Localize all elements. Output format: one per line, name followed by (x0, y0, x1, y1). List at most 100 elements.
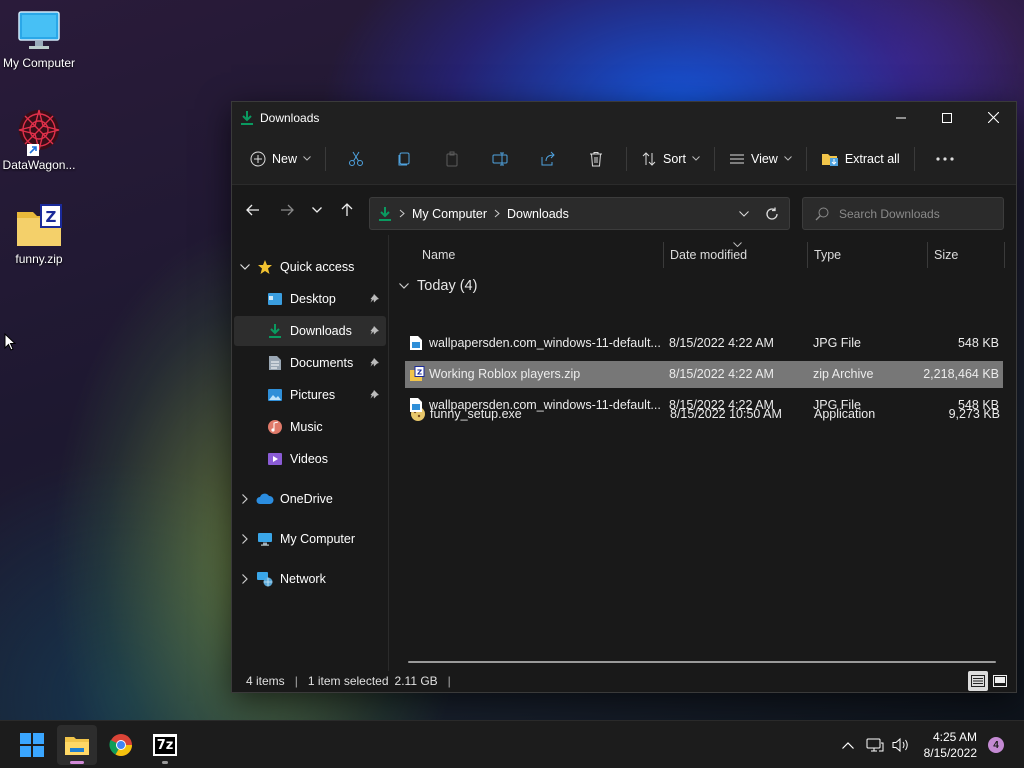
image-file-icon (409, 335, 425, 351)
start-button[interactable] (12, 725, 52, 765)
sort-button[interactable]: Sort (633, 142, 708, 176)
delete-button[interactable] (572, 142, 620, 176)
trash-icon (588, 151, 604, 167)
pin-icon (370, 357, 380, 370)
breadcrumb-my-computer[interactable]: My Computer (412, 207, 487, 221)
clock-time: 4:25 AM (932, 730, 977, 744)
pin-icon (370, 325, 380, 338)
copy-button[interactable] (380, 142, 428, 176)
breadcrumb-downloads[interactable]: Downloads (507, 207, 569, 221)
network-status-button[interactable] (864, 721, 886, 768)
extract-folder-icon (821, 151, 839, 167)
nav-label: OneDrive (280, 492, 333, 506)
rename-button[interactable] (476, 142, 524, 176)
cloud-icon (256, 491, 274, 507)
shortcut-arrow-icon (27, 144, 39, 156)
paste-button[interactable] (428, 142, 476, 176)
nav-label: Network (280, 572, 326, 586)
status-item-count: 4 items (246, 673, 285, 688)
notification-badge[interactable]: 4 (988, 737, 1004, 753)
nav-pictures[interactable]: Pictures (234, 380, 386, 410)
desktop-icon-label: funny.zip (15, 252, 63, 266)
maximize-button[interactable] (924, 102, 970, 133)
datawagon-app-icon (15, 106, 63, 156)
clock[interactable]: 4:25 AM 8/15/2022 (924, 729, 977, 761)
nav-label: Pictures (290, 388, 336, 402)
pictures-icon (266, 387, 284, 403)
address-dropdown-button[interactable] (739, 210, 749, 217)
extract-all-button[interactable]: Extract all (813, 142, 908, 176)
desktop-icon-my-computer[interactable]: My Computer (0, 8, 78, 70)
taskbar-chrome[interactable] (101, 725, 141, 765)
file-row-wallpaper-1[interactable]: wallpapersden.com_windows-11-default... … (405, 330, 1003, 357)
show-hidden-icons-button[interactable] (838, 721, 858, 768)
refresh-button[interactable] (765, 207, 779, 221)
forward-button[interactable] (271, 194, 303, 226)
file-rows-continued: wallpapersden.com_windows-11-default... … (389, 234, 1015, 670)
nav-quick-access[interactable]: Quick access (234, 252, 386, 282)
taskbar-7zip[interactable]: 7z (145, 725, 185, 765)
desktop-icon-datawagon[interactable]: DataWagon... (0, 106, 78, 172)
title-bar[interactable]: Downloads (232, 102, 1016, 133)
desktop-icon-label: DataWagon... (2, 158, 76, 172)
up-button[interactable] (331, 194, 363, 226)
list-lines-icon (729, 151, 745, 167)
new-label: New (272, 151, 298, 166)
7zip-label: 7z (154, 736, 176, 754)
search-input[interactable] (839, 206, 989, 221)
recent-locations-button[interactable] (303, 194, 331, 226)
nav-my-computer[interactable]: My Computer (234, 524, 386, 554)
chevron-up-icon (842, 741, 854, 749)
tiles-view-button[interactable] (990, 671, 1010, 691)
chrome-icon (109, 733, 133, 757)
file-row-wallpaper-2[interactable]: wallpapersden.com_windows-11-default... … (405, 392, 1003, 419)
file-date: 8/15/2022 4:22 AM (669, 367, 774, 381)
zip-archive-icon: Z (409, 366, 425, 382)
pin-icon (370, 389, 380, 402)
nav-label: Desktop (290, 292, 336, 306)
chevron-down-icon (783, 156, 792, 161)
desktop-folder-icon (266, 291, 284, 307)
active-app-indicator (70, 761, 84, 764)
network-icon (256, 571, 274, 587)
more-options-button[interactable] (921, 142, 969, 176)
chevron-down-icon (303, 156, 311, 161)
view-label: View (750, 151, 778, 166)
cut-button[interactable] (332, 142, 380, 176)
close-button[interactable] (970, 102, 1016, 133)
share-button[interactable] (524, 142, 572, 176)
nav-desktop[interactable]: Desktop (234, 284, 386, 314)
image-file-icon (409, 397, 425, 413)
monitor-icon (256, 531, 274, 547)
file-row-working-roblox-zip[interactable]: Z Working Roblox players.zip 8/15/2022 4… (405, 361, 1003, 388)
desktop-icon-funny-zip[interactable]: Z funny.zip (0, 204, 78, 266)
view-button[interactable]: View (721, 142, 800, 176)
nav-videos[interactable]: Videos (234, 444, 386, 474)
details-view-button[interactable] (968, 671, 988, 691)
chevron-right-icon (234, 494, 256, 504)
clipboard-icon (444, 151, 460, 167)
search-box[interactable] (802, 197, 1004, 230)
status-selected: 1 item selected (307, 673, 389, 688)
nav-documents[interactable]: Documents (234, 348, 386, 378)
file-date: 8/15/2022 4:22 AM (669, 336, 774, 350)
download-arrow-icon (378, 206, 392, 222)
minimize-button[interactable] (878, 102, 924, 133)
new-button[interactable]: New (242, 142, 319, 176)
nav-network[interactable]: Network (234, 564, 386, 594)
nav-onedrive[interactable]: OneDrive (234, 484, 386, 514)
back-button[interactable] (237, 194, 269, 226)
download-arrow-icon (240, 110, 254, 126)
nav-label: Videos (290, 452, 328, 466)
file-name: wallpapersden.com_windows-11-default... (429, 336, 661, 350)
nav-downloads[interactable]: Downloads (234, 316, 386, 346)
taskbar-file-explorer[interactable] (57, 725, 97, 765)
nav-music[interactable]: Music (234, 412, 386, 442)
toolbar-divider (325, 146, 327, 171)
network-monitor-icon (866, 737, 884, 753)
speaker-icon (892, 737, 910, 753)
7zip-icon: 7z (153, 734, 177, 756)
address-bar[interactable]: My Computer Downloads (369, 197, 790, 230)
volume-button[interactable] (890, 721, 912, 768)
horizontal-scrollbar[interactable] (408, 661, 996, 663)
